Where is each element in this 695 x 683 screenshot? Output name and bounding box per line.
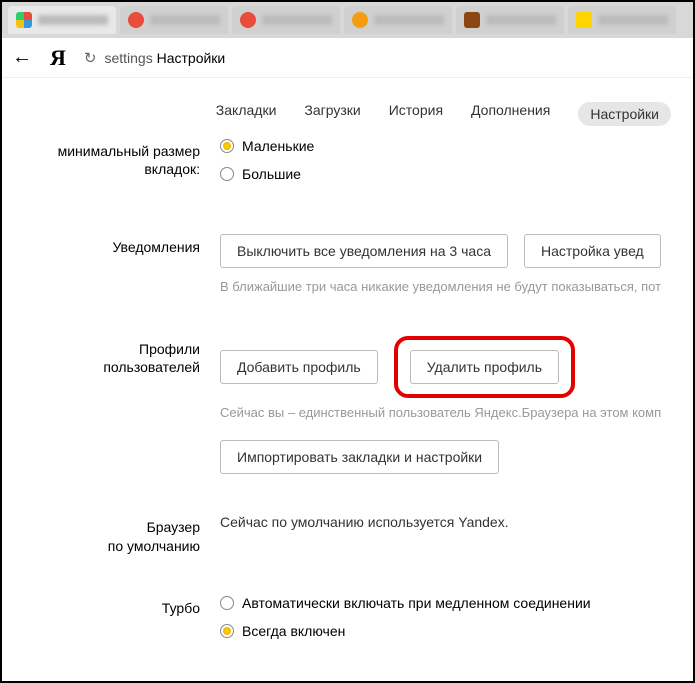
setting-row-profiles: Профилипользователей Добавить профиль Уд… xyxy=(2,336,693,474)
tab-title xyxy=(38,15,108,25)
setting-row-tabsize: минимальный размервкладок: Маленькие Бол… xyxy=(2,138,693,194)
subnav-bookmarks[interactable]: Закладки xyxy=(216,102,277,126)
radio-small-tabs[interactable]: Маленькие xyxy=(220,138,693,154)
back-icon[interactable]: ← xyxy=(12,46,32,69)
favicon-icon xyxy=(576,12,592,28)
notifications-hint: В ближайшие три часа никакие уведомления… xyxy=(220,278,693,296)
yandex-logo-icon[interactable]: Я xyxy=(50,45,66,71)
settings-content: минимальный размервкладок: Маленькие Бол… xyxy=(2,138,693,659)
radio-turbo-auto[interactable]: Автоматически включать при медленном сое… xyxy=(220,595,693,611)
subnav-settings[interactable]: Настройки xyxy=(578,102,671,126)
radio-turbo-always[interactable]: Всегда включен xyxy=(220,623,693,639)
browser-tab[interactable] xyxy=(120,6,228,34)
favicon-icon xyxy=(128,12,144,28)
radio-icon xyxy=(220,596,234,610)
import-bookmarks-button[interactable]: Импортировать закладки и настройки xyxy=(220,440,499,474)
tab-title xyxy=(598,15,668,25)
tab-title xyxy=(374,15,444,25)
favicon-icon xyxy=(16,12,32,28)
reload-icon[interactable]: ↻ xyxy=(84,49,97,67)
browser-tab[interactable] xyxy=(568,6,676,34)
delete-profile-highlight: Удалить профиль xyxy=(394,336,575,398)
radio-icon xyxy=(220,167,234,181)
add-profile-button[interactable]: Добавить профиль xyxy=(220,350,378,384)
browser-tab[interactable] xyxy=(456,6,564,34)
url-text: settings Настройки xyxy=(104,50,225,66)
setting-label-default-browser: Браузерпо умолчанию xyxy=(2,514,220,554)
browser-tab[interactable] xyxy=(232,6,340,34)
tab-title xyxy=(150,15,220,25)
tab-title xyxy=(262,15,332,25)
disable-notifications-button[interactable]: Выключить все уведомления на 3 часа xyxy=(220,234,508,268)
subnav-addons[interactable]: Дополнения xyxy=(471,102,550,126)
setting-label-turbo: Турбо xyxy=(2,595,220,617)
favicon-icon xyxy=(352,12,368,28)
nav-bar: ← Я ↻ settings Настройки xyxy=(2,38,693,78)
favicon-icon xyxy=(240,12,256,28)
subnav-history[interactable]: История xyxy=(389,102,443,126)
delete-profile-button[interactable]: Удалить профиль xyxy=(410,350,559,384)
favicon-icon xyxy=(464,12,480,28)
browser-tab[interactable] xyxy=(344,6,452,34)
radio-icon xyxy=(220,624,234,638)
address-bar[interactable]: ↻ settings Настройки xyxy=(84,49,683,67)
radio-icon xyxy=(220,139,234,153)
radio-label: Большие xyxy=(242,166,301,182)
setting-label-profiles: Профилипользователей xyxy=(2,336,220,376)
radio-label: Автоматически включать при медленном сое… xyxy=(242,595,591,611)
radio-label: Маленькие xyxy=(242,138,314,154)
setting-label-tabsize: минимальный размервкладок: xyxy=(2,138,220,178)
tab-strip xyxy=(2,2,693,38)
setting-row-notifications: Уведомления Выключить все уведомления на… xyxy=(2,234,693,296)
setting-row-default-browser: Браузерпо умолчанию Сейчас по умолчанию … xyxy=(2,514,693,554)
subnav-downloads[interactable]: Загрузки xyxy=(304,102,360,126)
settings-subnav: Закладки Загрузки История Дополнения Нас… xyxy=(2,78,693,144)
browser-tab[interactable] xyxy=(8,6,116,34)
profiles-hint: Сейчас вы – единственный пользователь Ян… xyxy=(220,404,693,422)
tab-title xyxy=(486,15,556,25)
radio-large-tabs[interactable]: Большие xyxy=(220,166,693,182)
default-browser-text: Сейчас по умолчанию используется Yandex. xyxy=(220,514,509,530)
setting-label-notifications: Уведомления xyxy=(2,234,220,256)
configure-notifications-button[interactable]: Настройка увед xyxy=(524,234,661,268)
setting-row-turbo: Турбо Автоматически включать при медленн… xyxy=(2,595,693,639)
radio-label: Всегда включен xyxy=(242,623,345,639)
